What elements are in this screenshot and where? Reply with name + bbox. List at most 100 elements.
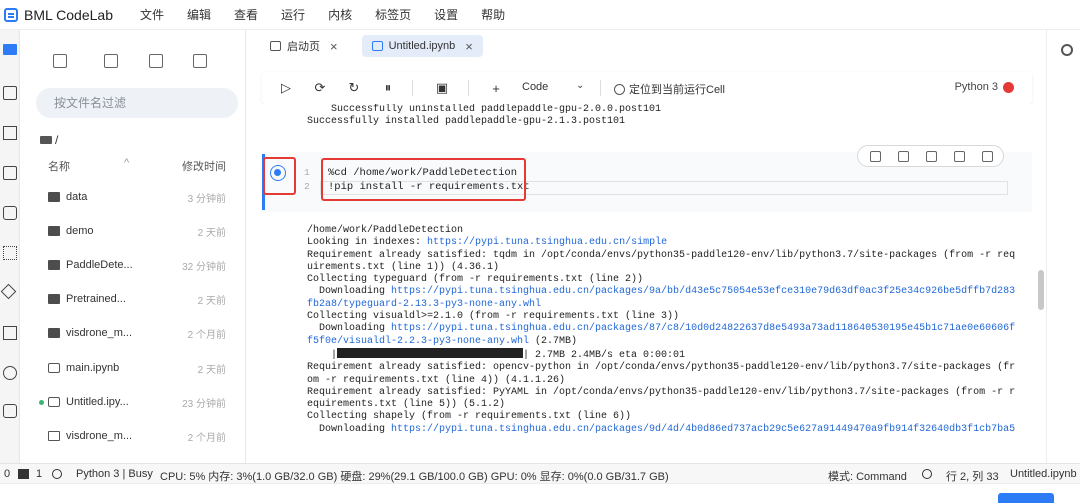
status-bar: 0 1 Python 3 | Busy CPU: 5% 内存: 3%(1.0 G… [0,463,1080,483]
split-icon[interactable] [898,151,909,162]
upload-icon[interactable] [149,54,163,68]
refresh-icon[interactable] [193,54,207,68]
menu-settings[interactable]: 设置 [434,6,458,23]
save-icon[interactable]: ▣ [434,80,450,96]
file-row[interactable]: main.ipynb 2 天前 [20,357,246,379]
tab-untitled[interactable]: Untitled.ipynb × [361,35,483,57]
menu-edit[interactable]: 编辑 [187,6,211,23]
close-icon[interactable]: × [465,39,473,54]
interrupt-icon[interactable]: ⏸ [380,80,396,96]
tab-label: 启动页 [287,41,320,53]
bookmark-icon[interactable] [954,151,965,162]
file-row[interactable]: Untitled.ipy... 23 分钟前 [20,391,246,413]
bottom-action-button[interactable] [998,493,1054,503]
menu-run[interactable]: 运行 [281,6,305,23]
notebook-scrollbar[interactable] [1038,270,1044,310]
package-icon[interactable] [3,166,17,180]
download-icon[interactable] [3,326,17,340]
file-name: main.ipynb [66,362,120,374]
cursor-position[interactable]: 行 2, 列 33 [946,468,999,484]
table-icon[interactable] [3,86,17,100]
menubar: BML CodeLab 文件 编辑 查看 运行 内核 标签页 设置 帮助 [0,0,1080,30]
output-link[interactable]: https://pypi.tuna.tsinghua.edu.cn/packag… [391,323,1015,334]
bank-icon[interactable] [870,151,881,162]
menu-view[interactable]: 查看 [234,6,258,23]
file-time: 2 天前 [197,295,226,307]
tab-bar: 启动页 × Untitled.ipynb × [246,30,1046,62]
chip-icon[interactable] [3,404,17,418]
run-icon[interactable]: ▷ [278,80,294,96]
tab-label: Untitled.ipynb [388,40,456,52]
file-time: 2 天前 [197,227,226,239]
kernel-name[interactable]: Python 3 [955,81,998,93]
file-time: 3 分钟前 [187,193,226,205]
folder-icon [48,294,60,304]
menu-help[interactable]: 帮助 [481,6,505,23]
gear-icon[interactable] [1061,44,1073,56]
file-toolbar [20,50,246,74]
menu-kernel[interactable]: 内核 [328,6,352,23]
notebook-icon [48,363,60,373]
app-logo: BML CodeLab [4,7,132,23]
output-link[interactable]: https://pypi.tuna.tsinghua.edu.cn/packag… [391,286,1015,297]
chevron-down-icon[interactable]: ⌄ [576,80,584,91]
output-line: | [307,349,338,361]
output-link[interactable]: https://pypi.tuna.tsinghua.edu.cn/simple [427,237,667,248]
breadcrumb[interactable]: / [40,133,58,147]
app-title: BML CodeLab [24,6,113,23]
cell-output: /home/work/PaddleDetection Looking in in… [307,225,1015,436]
layers-icon[interactable] [0,283,17,300]
file-name: demo [66,225,94,237]
output-link[interactable]: f5f0e/visualdl-2.2.3-py3-none-any.whl [307,336,529,347]
line-number: 1 [304,167,310,178]
locate-running-cell-button[interactable]: 定位到当前运行Cell [614,81,725,97]
apps-icon[interactable] [3,246,17,260]
status-count[interactable]: 1 [36,468,42,480]
file-row[interactable]: visdrone_m... 2 个月前 [20,322,246,344]
file-row[interactable]: PaddleDete... 32 分钟前 [20,254,246,276]
plugin-icon[interactable] [3,366,17,380]
new-folder-icon[interactable] [104,54,118,68]
file-name: data [66,191,88,203]
file-list-header: 名称 ^ 修改时间 [20,157,246,178]
copy-icon[interactable] [926,151,937,162]
locate-label: 定位到当前运行Cell [629,84,725,96]
output-link[interactable]: https://pypi.tuna.tsinghua.edu.cn/packag… [391,424,1015,435]
kernel-status[interactable]: Python 3 | Busy [76,468,153,480]
output-line: | 2.7MB 2.4MB/s eta 0:00:01 [523,349,686,361]
toolbar-divider [600,80,601,96]
output-line: equirements.txt (line 5)) (5.1.2) [307,399,506,411]
folder-icon[interactable] [3,44,17,55]
file-name: visdrone_m... [66,327,133,339]
restart-run-icon[interactable]: ⟳ [312,80,328,96]
output-line: Collecting typeguard (from -r requiremen… [307,274,644,286]
file-row[interactable]: data 3 分钟前 [20,186,246,208]
mail-icon[interactable] [3,206,17,220]
dataset-icon[interactable] [3,126,17,140]
toolbar-divider [468,80,469,96]
close-icon[interactable]: × [330,39,338,54]
column-name[interactable]: 名称 [48,158,70,174]
mode-icon [922,469,932,479]
tab-launcher[interactable]: 启动页 × [260,35,348,57]
notebook-toolbar: ▷ ⟳ ↻ ⏸ ▣ + Code ⌄ 定位到当前运行Cell Python 3 [262,72,1032,104]
file-filter-input[interactable] [36,88,238,118]
file-row[interactable]: demo 2 天前 [20,220,246,242]
column-modified[interactable]: 修改时间 [182,158,226,174]
sort-caret-icon[interactable]: ^ [124,157,129,169]
output-link[interactable]: fb2a8/typeguard-2.13.3-py3-none-any.whl [307,299,541,310]
new-file-icon[interactable] [53,54,67,68]
file-row[interactable]: Pretrained... 2 天前 [20,288,246,310]
delete-icon[interactable] [982,151,993,162]
status-count[interactable]: 0 [4,468,10,480]
menu-tabs[interactable]: 标签页 [375,6,411,23]
terminal-icon[interactable] [18,469,29,479]
menu-file[interactable]: 文件 [140,6,164,23]
add-cell-icon[interactable]: + [488,80,504,96]
folder-icon [48,192,60,202]
output-line: Successfully uninstalled paddlepaddle-gp… [307,104,662,115]
restart-icon[interactable]: ↻ [346,80,362,96]
file-row[interactable]: visdrone_m... 2 个月前 [20,425,246,447]
kernel-icon [52,469,62,479]
cell-type-select[interactable]: Code [522,81,548,93]
